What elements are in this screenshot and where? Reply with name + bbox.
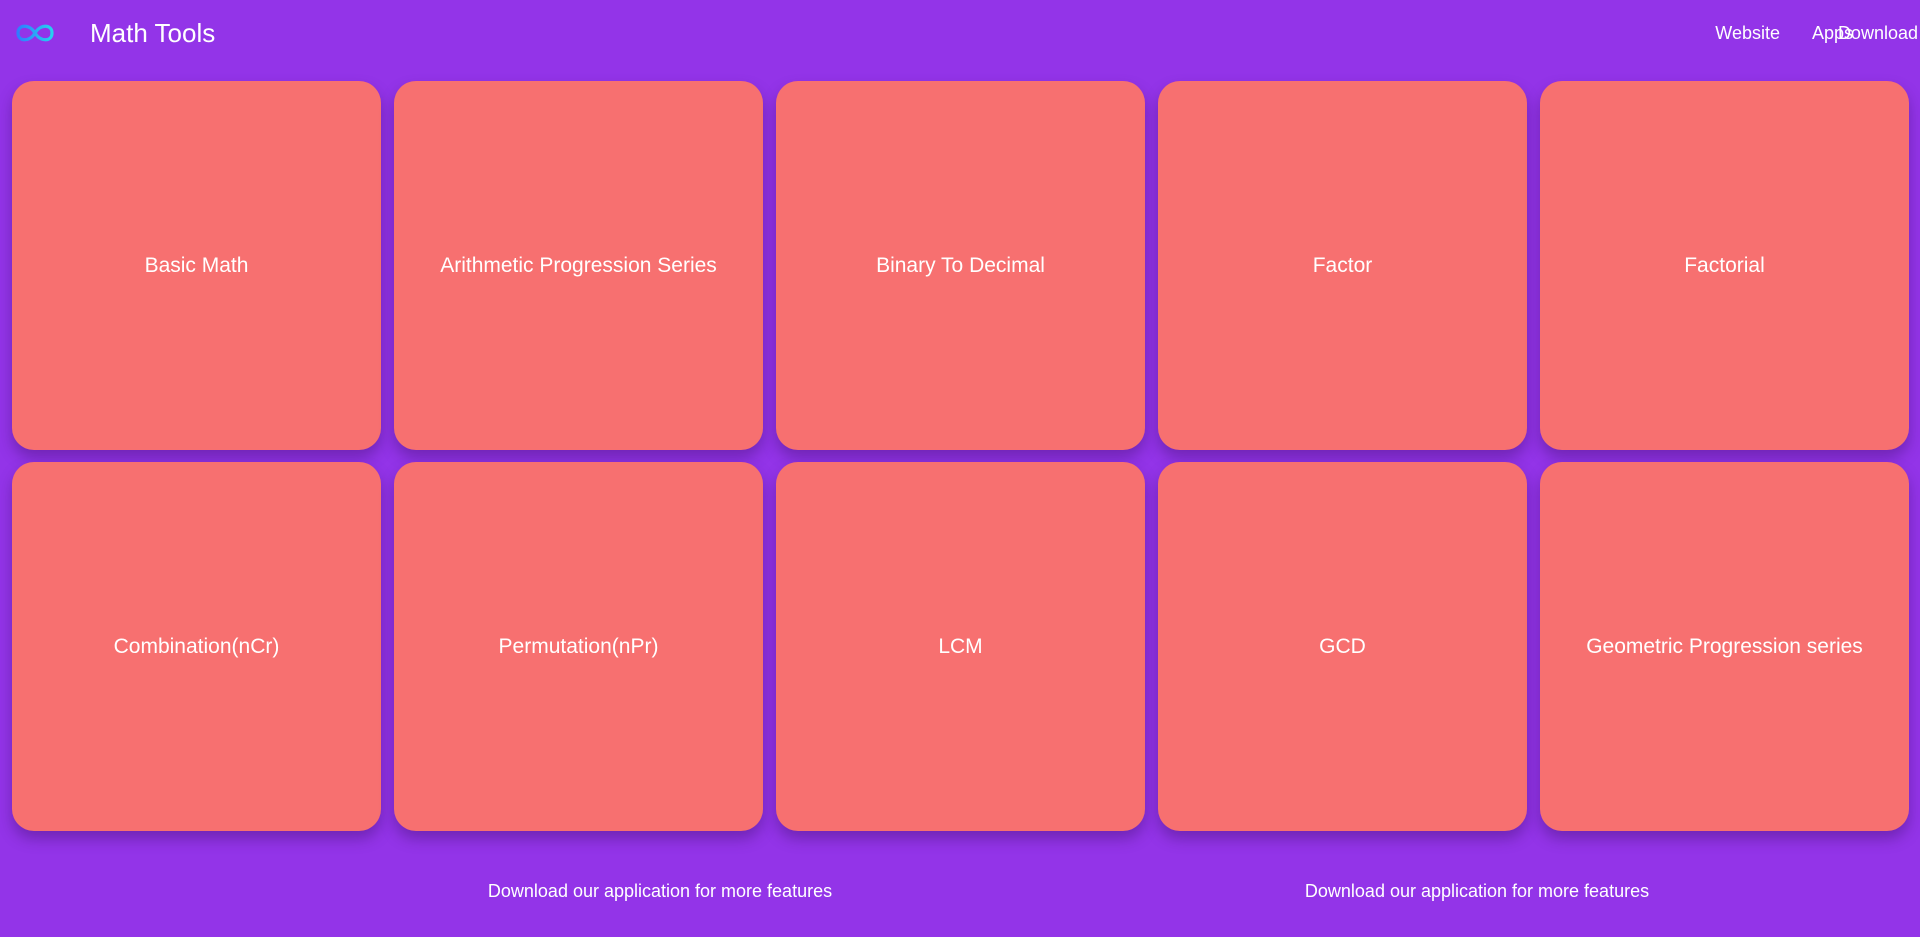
tool-card-label: GCD [1319, 634, 1366, 658]
tool-card-arithmetic-progression[interactable]: Arithmetic Progression Series [394, 81, 763, 450]
tools-grid: Basic Math Arithmetic Progression Series… [12, 81, 1909, 831]
tool-card-factorial[interactable]: Factorial [1540, 81, 1909, 450]
tool-card-label: Arithmetic Progression Series [440, 253, 717, 277]
tool-card-geometric-progression[interactable]: Geometric Progression series [1540, 462, 1909, 831]
footer-download-message: Download our application for more featur… [1304, 881, 1650, 901]
tool-card-label: Binary To Decimal [876, 253, 1045, 277]
tool-card-label: Geometric Progression series [1586, 634, 1863, 658]
footer: Download our application for more featur… [0, 880, 1920, 910]
tool-card-label: Factorial [1684, 253, 1765, 277]
tool-card-basic-math[interactable]: Basic Math [12, 81, 381, 450]
tool-card-binary-to-decimal[interactable]: Binary To Decimal [776, 81, 1145, 450]
tool-card-lcm[interactable]: LCM [776, 462, 1145, 831]
tool-card-combination[interactable]: Combination(nCr) [12, 462, 381, 831]
tool-card-label: Combination(nCr) [113, 634, 280, 658]
tool-card-gcd[interactable]: GCD [1158, 462, 1527, 831]
brand-title[interactable]: Math Tools [90, 17, 215, 49]
navbar: Math Tools Website Apps Download [0, 0, 1920, 66]
tool-card-permutation[interactable]: Permutation(nPr) [394, 462, 763, 831]
footer-download-message: Download our application for more featur… [487, 881, 833, 901]
tool-card-factor[interactable]: Factor [1158, 81, 1527, 450]
tool-card-label: Basic Math [144, 253, 249, 277]
nav-link-website[interactable]: Website [1715, 22, 1780, 44]
tool-card-label: LCM [938, 634, 983, 658]
nav-link-download[interactable]: Download [1838, 22, 1918, 44]
infinity-icon[interactable] [14, 20, 56, 46]
tool-card-label: Factor [1312, 253, 1373, 277]
tool-card-label: Permutation(nPr) [498, 634, 659, 658]
